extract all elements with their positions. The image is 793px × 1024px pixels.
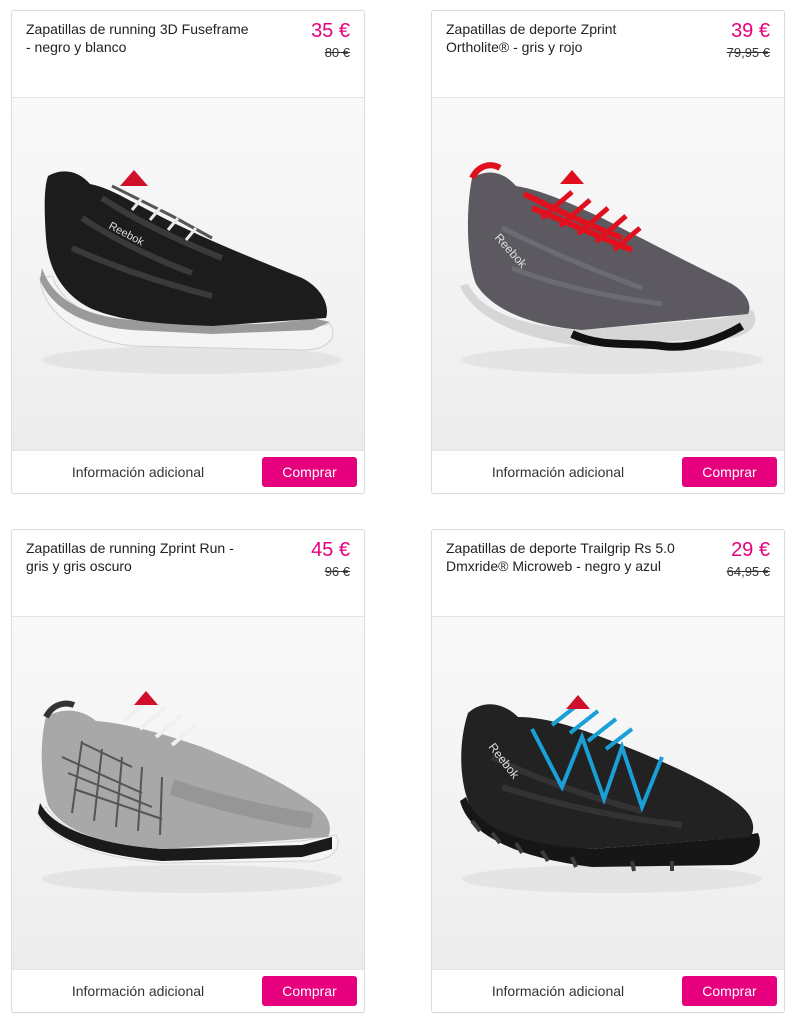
product-card: Zapatillas de deporte Trailgrip Rs 5.0 D… [431,529,785,1013]
more-info-link[interactable]: Información adicional [12,451,264,493]
product-old-price: 96 € [324,564,350,579]
product-image[interactable]: Reebok [12,98,364,450]
product-title[interactable]: Zapatillas de running 3D Fuseframe - neg… [26,20,256,56]
more-info-link[interactable]: Información adicional [432,451,684,493]
product-price: 39 € [731,20,770,42]
product-price: 35 € [311,20,350,42]
product-title[interactable]: Zapatillas de running Zprint Run - gris … [26,539,256,575]
product-image[interactable]: Reebok [432,617,784,969]
product-old-price: 64,95 € [726,564,770,579]
product-image[interactable] [12,617,364,969]
more-info-link[interactable]: Información adicional [432,970,684,1012]
product-title[interactable]: Zapatillas de deporte Trailgrip Rs 5.0 D… [446,539,676,575]
product-card: Zapatillas de running Zprint Run - gris … [11,529,365,1013]
product-price: 45 € [311,539,350,561]
product-card: Zapatillas de deporte Zprint Ortholite® … [431,10,785,494]
product-old-price: 80 € [324,45,350,60]
product-image[interactable]: Reebok [432,98,784,450]
product-header: Zapatillas de deporte Zprint Ortholite® … [432,11,784,97]
more-info-link[interactable]: Información adicional [12,970,264,1012]
product-title[interactable]: Zapatillas de deporte Zprint Ortholite® … [446,20,676,56]
buy-button[interactable]: Comprar [262,976,357,1006]
buy-button[interactable]: Comprar [682,976,777,1006]
product-header: Zapatillas de running Zprint Run - gris … [12,530,364,616]
product-header: Zapatillas de deporte Trailgrip Rs 5.0 D… [432,530,784,616]
product-price: 29 € [731,539,770,561]
product-card: Zapatillas de running 3D Fuseframe - neg… [11,10,365,494]
product-header: Zapatillas de running 3D Fuseframe - neg… [12,11,364,97]
buy-button[interactable]: Comprar [262,457,357,487]
product-old-price: 79,95 € [726,45,770,60]
buy-button[interactable]: Comprar [682,457,777,487]
